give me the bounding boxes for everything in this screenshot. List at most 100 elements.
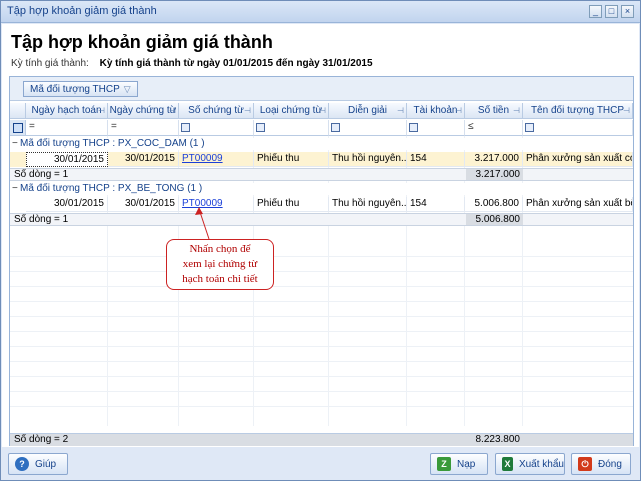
filter-cell-so-chung-tu[interactable] [179,120,254,136]
column-header-tai-khoan[interactable]: Tài khoản ⊣ [407,103,465,119]
pin-icon[interactable]: ⊣ [455,103,462,118]
column-header-label: Số tiền [477,105,510,116]
cell-so-tien[interactable]: 3.217.000 [465,152,523,167]
filter-operator: ≤ [468,121,474,132]
pin-icon[interactable]: ⊣ [513,103,520,118]
column-header-ngay-chung-tu[interactable]: Ngày chứng từ ⊣ [108,103,179,119]
period-label: Kỳ tính giá thành: [11,58,89,69]
filter-cell-tai-khoan[interactable] [407,120,465,136]
help-icon: ? [15,457,29,471]
pin-icon[interactable]: ⊣ [397,103,404,118]
filter-cell-ngay-chung-tu[interactable]: = [108,120,179,136]
maximize-icon[interactable]: □ [605,5,618,18]
total-count: Số dòng = 2 [14,434,69,445]
export-button-label: Xuất khẩu [518,458,564,470]
pin-icon[interactable]: ⊣ [244,103,251,118]
help-button-label: Giúp [35,458,57,470]
period-info: Kỳ tính giá thành: Kỳ tính giá thành từ … [11,58,373,69]
window-controls: _ □ × [589,5,634,18]
group-count: Số dòng = 1 [14,214,69,225]
group-header-row[interactable]: − Mã đối tượng THCP : PX_COC_DAM (1 ) [10,138,633,150]
collapse-icon[interactable]: − [12,183,20,195]
column-header-dien-giai[interactable]: Diễn giải ⊣ [329,103,407,119]
group-count: Số dòng = 1 [14,169,69,180]
voucher-link[interactable]: PT00009 [179,197,254,212]
table-row[interactable]: 30/01/2015 30/01/2015 PT00009 Phiếu thu … [10,152,633,167]
cell-tai-khoan[interactable]: 154 [407,197,465,212]
callout-line: hạch toán chi tiết [182,273,258,285]
cell-ngay-chung-tu[interactable]: 30/01/2015 [108,152,179,167]
filter-operator-icon[interactable] [409,123,418,132]
voucher-link[interactable]: PT00009 [179,152,254,167]
load-button[interactable]: Z Nạp [430,453,488,475]
cell-ngay-chung-tu[interactable]: 30/01/2015 [108,197,179,212]
data-grid: Mã đối tượng THCP ▽ Ngày hạch toán ⊣ Ngày … [9,76,634,446]
cell-ten-doi-tuong[interactable]: Phân xưởng sản xuất cọc... [523,152,633,167]
minimize-icon[interactable]: _ [589,5,602,18]
pin-icon[interactable]: ⊣ [319,103,326,118]
close-button-label: Đóng [598,458,622,470]
column-header-ten-doi-tuong[interactable]: Tên đối tượng THCP ⊣ [523,103,633,119]
column-header-loai-chung-tu[interactable]: Loại chứng từ ⊣ [254,103,329,119]
group-by-chip[interactable]: Mã đối tượng THCP ▽ [23,81,138,97]
filter-funnel-icon[interactable]: ▽ [124,84,131,95]
group-summary-row: Số dòng = 1 3.217.000 [10,168,633,181]
filter-cell-dien-giai[interactable] [329,120,407,136]
export-button[interactable]: X Xuất khẩu [495,453,565,475]
filter-cell-loai-chung-tu[interactable] [254,120,329,136]
pin-icon[interactable]: ⊣ [98,103,105,118]
filter-operator-icon[interactable] [331,123,340,132]
group-sum: 5.006.800 [466,214,523,225]
column-header-label: Diễn giải [348,105,387,116]
collapse-icon[interactable]: − [12,138,20,150]
cell-dien-giai[interactable]: Thu hồi nguyên... [329,152,407,167]
filter-editor-icon[interactable] [13,123,23,133]
group-header-label: Mã đối tượng THCP : PX_COC_DAM (1 ) [20,138,205,149]
load-button-label: Nạp [457,458,476,470]
cell-tai-khoan[interactable]: 154 [407,152,465,167]
column-header-so-chung-tu[interactable]: Số chứng từ ⊣ [179,103,254,119]
column-header-label: Loại chứng từ [259,105,323,116]
page-title: Tập hợp khoản giảm giá thành [11,32,273,52]
callout-line: Nhấn chọn để [189,243,251,255]
group-header-row[interactable]: − Mã đối tượng THCP : PX_BE_TONG (1 ) [10,183,633,195]
cell-loai-chung-tu[interactable]: Phiếu thu [254,197,329,212]
row-indicator-header [10,103,26,119]
group-summary-row: Số dòng = 1 5.006.800 [10,213,633,226]
close-button[interactable]: ⏻ Đóng [571,453,631,475]
column-header-label: Tên đối tượng THCP [530,105,625,116]
filter-operator-icon[interactable] [256,123,265,132]
filter-cell-so-tien[interactable]: ≤ [465,120,523,136]
button-bar: ? Giúp Z Nạp X Xuất khẩu ⏻ Đóng [2,449,639,480]
column-header-label: Số chứng từ [188,105,244,116]
group-by-panel[interactable]: Mã đối tượng THCP ▽ [10,77,633,101]
callout-line: xem lại chứng từ [182,258,258,270]
cell-ten-doi-tuong[interactable]: Phân xưởng sản xuất bê t... [523,197,633,212]
title-bar[interactable]: Tập hợp khoản giảm giá thành _ □ × [1,1,640,23]
period-value: Kỳ tính giá thành từ ngày 01/01/2015 đến… [99,58,373,69]
column-header-ngay-hach-toan[interactable]: Ngày hạch toán ⊣ [26,103,108,119]
cell-ngay-hach-toan[interactable]: 30/01/2015 [26,197,108,212]
cell-loai-chung-tu[interactable]: Phiếu thu [254,152,329,167]
refresh-icon: Z [437,457,451,471]
close-icon[interactable]: × [621,5,634,18]
power-icon: ⏻ [578,457,592,471]
filter-operator: = [111,121,117,132]
help-button[interactable]: ? Giúp [8,453,68,475]
filter-cell-ngay-hach-toan[interactable]: = [26,120,108,136]
filter-row-corner[interactable] [10,120,26,136]
cell-dien-giai[interactable]: Thu hồi nguyên... [329,197,407,212]
pin-icon[interactable]: ⊣ [169,103,176,118]
filter-operator-icon[interactable] [181,123,190,132]
group-sum: 3.217.000 [466,169,523,180]
total-amount: 8.223.800 [475,434,521,445]
cell-so-tien[interactable]: 5.006.800 [465,197,523,212]
pin-icon[interactable]: ⊣ [623,103,630,118]
cell-ngay-hach-toan[interactable]: 30/01/2015 [26,152,108,167]
table-row[interactable]: 30/01/2015 30/01/2015 PT00009 Phiếu thu … [10,197,633,212]
grid-footer-total: Số dòng = 2 8.223.800 [10,433,633,446]
column-header-so-tien[interactable]: Số tiền ⊣ [465,103,523,119]
filter-cell-ten-doi-tuong[interactable] [523,120,633,136]
column-header-label: Ngày chứng từ [109,105,177,116]
filter-operator-icon[interactable] [525,123,534,132]
